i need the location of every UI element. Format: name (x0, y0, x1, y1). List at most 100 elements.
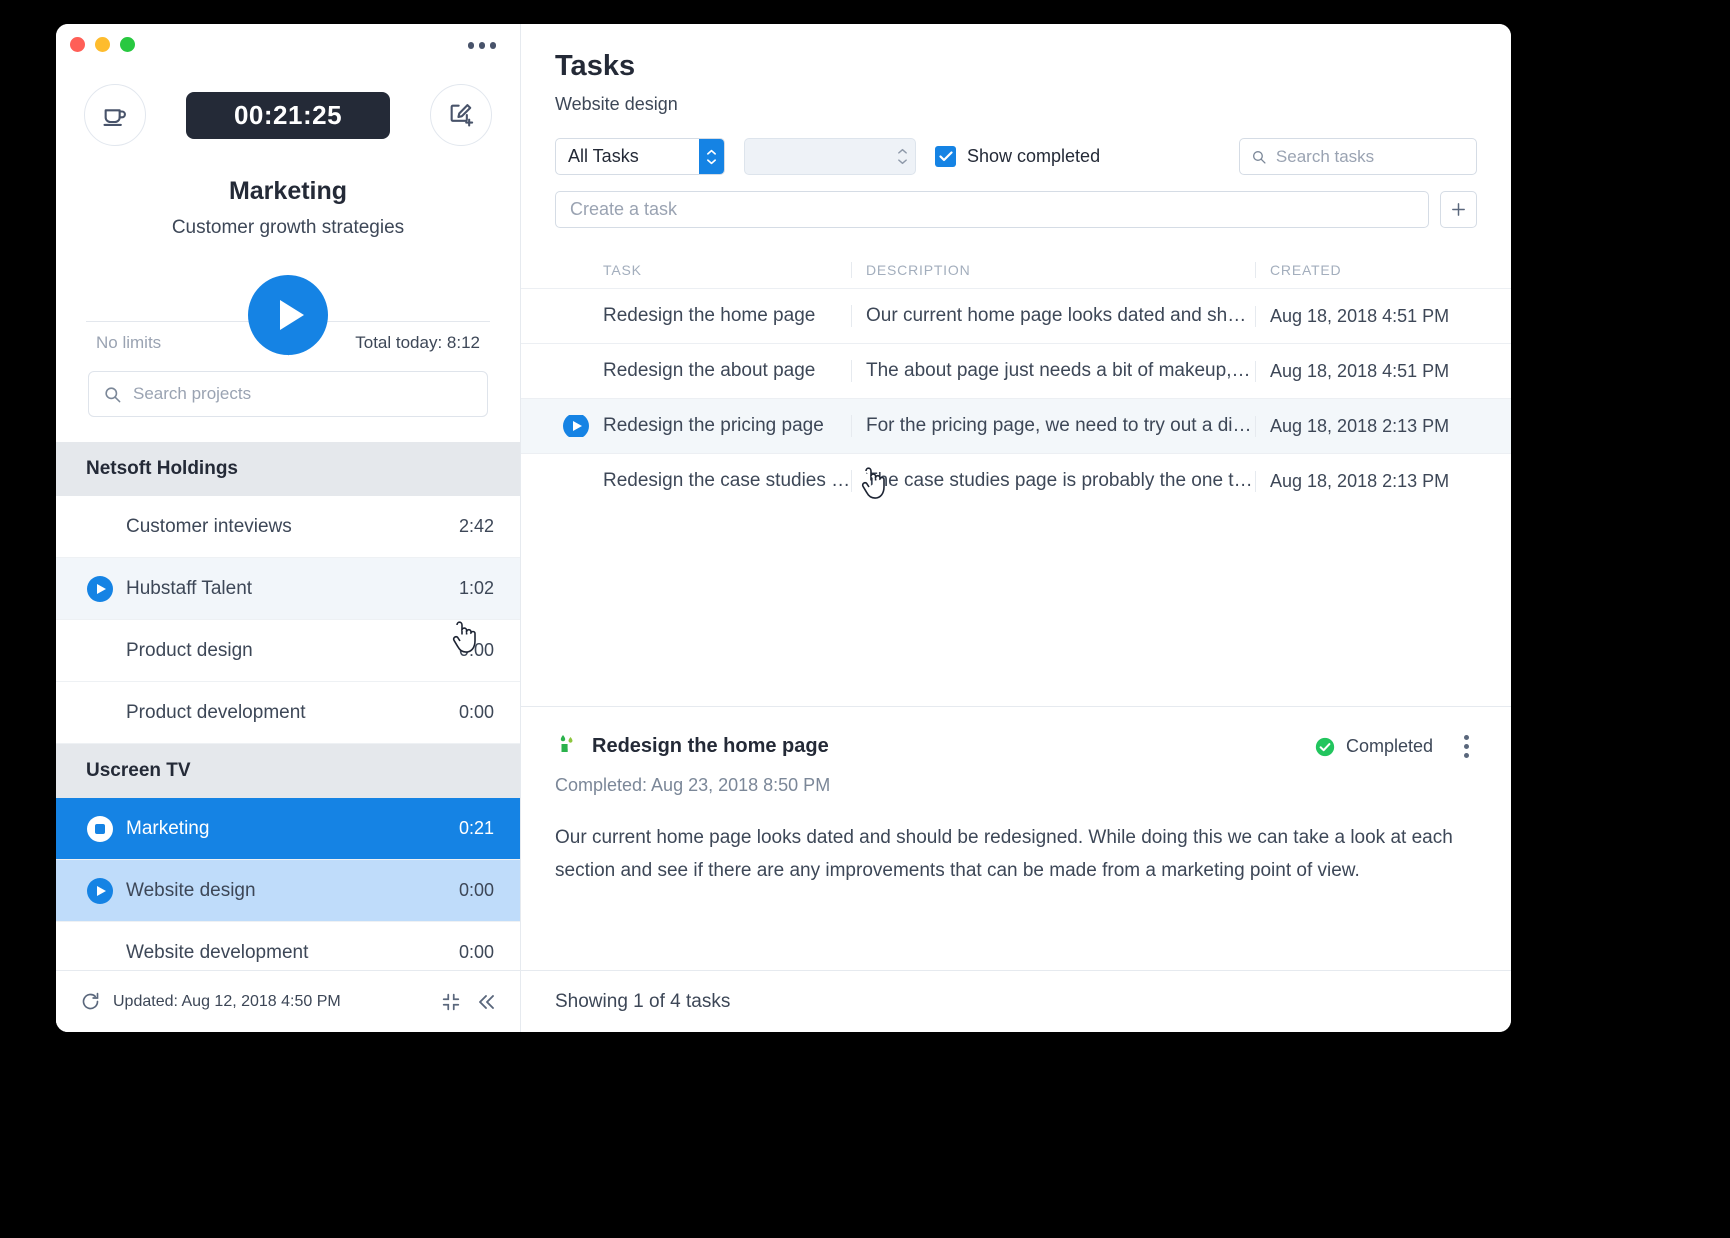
search-projects-input[interactable] (133, 384, 473, 404)
task-detail-body: Our current home page looks dated and sh… (555, 827, 1453, 882)
project-time: 0:00 (458, 942, 494, 962)
add-task-button[interactable] (1440, 191, 1477, 228)
page-title: Tasks (555, 50, 636, 82)
refresh-icon[interactable] (80, 991, 101, 1012)
project-time: 0:00 (458, 880, 494, 900)
stop-project-icon[interactable] (86, 815, 114, 843)
task-name: Redesign the pricing page (555, 415, 851, 437)
column-header-description: DESCRIPTION (851, 262, 1255, 278)
project-row-website-design[interactable]: Website design 0:00 (56, 860, 520, 922)
project-name: Marketing (126, 817, 210, 839)
project-row-product-design[interactable]: Product design 0:00 (56, 620, 520, 682)
task-description: For the pricing page, we need to try out… (851, 415, 1255, 437)
column-header-task: TASK (603, 262, 642, 278)
play-icon (279, 300, 304, 330)
app-window: 00:21:25 Marketing Customer growth strat… (56, 24, 1511, 1032)
show-completed-checkbox[interactable]: Show completed (935, 146, 1100, 167)
project-row-marketing[interactable]: Marketing 0:21 (56, 798, 520, 860)
kebab-menu-icon[interactable] (1456, 731, 1477, 762)
status-badge: Completed (1314, 736, 1433, 758)
play-icon (87, 575, 113, 602)
task-filter-select[interactable]: All Tasks (555, 138, 725, 175)
create-task-input[interactable] (555, 191, 1429, 228)
project-time: 1:02 (458, 578, 494, 598)
task-created: Aug 18, 2018 2:13 PM (1255, 470, 1477, 492)
search-tasks-input[interactable] (1275, 146, 1465, 167)
task-filter-value: All Tasks (568, 146, 639, 166)
break-button[interactable] (84, 84, 146, 146)
table-row[interactable]: Redesign the home page Our current home … (521, 288, 1511, 343)
project-time: 0:00 (458, 640, 494, 660)
project-time: 2:42 (458, 516, 494, 536)
search-projects-field[interactable] (88, 371, 488, 417)
project-name: Product design (126, 639, 253, 661)
tasks-panel: Tasks Website design All Tasks Show comp… (521, 24, 1511, 1032)
zoom-window-button[interactable] (120, 37, 135, 52)
task-name: Redesign the case studies pa… (603, 470, 851, 491)
project-time: 0:00 (458, 702, 494, 722)
compact-view-icon[interactable] (440, 991, 462, 1013)
status-label: Completed (1345, 736, 1433, 756)
minimize-window-button[interactable] (95, 37, 110, 52)
checkbox-checked-icon (935, 146, 956, 167)
total-today-label: Total today: 8:12 (355, 333, 480, 352)
limits-label: No limits (96, 333, 162, 352)
task-detail-panel: Redesign the home page Completed Complet… (521, 706, 1511, 970)
sidebar-footer: Updated: Aug 12, 2018 4:50 PM (56, 970, 520, 1032)
tasks-table: TASK DESCRIPTION CREATED Redesign the ho… (521, 250, 1511, 706)
project-row-customer-inteviews[interactable]: Customer inteviews 2:42 (56, 496, 520, 558)
table-row[interactable]: Redesign the case studies pa… The case s… (521, 453, 1511, 508)
task-created: Aug 18, 2018 4:51 PM (1255, 305, 1477, 327)
project-row-website-development[interactable]: Website development 0:00 (56, 922, 520, 970)
project-name: Website development (126, 941, 309, 963)
showing-count-label: Showing 1 of 4 tasks (555, 990, 731, 1012)
task-detail-title: Redesign the home page (592, 735, 829, 757)
create-task-row (555, 191, 1477, 228)
project-group-header: Netsoft Holdings (56, 442, 520, 496)
page-subtitle: Website design (555, 94, 678, 114)
project-time: 0:21 (458, 818, 494, 838)
table-row[interactable]: Redesign the pricing page For the pricin… (521, 398, 1511, 453)
column-header-created: CREATED (1255, 262, 1477, 278)
task-description: Our current home page looks dated and sh… (851, 305, 1255, 327)
start-project-icon[interactable] (86, 877, 114, 905)
last-updated-label: Updated: Aug 12, 2018 4:50 PM (113, 992, 341, 1010)
task-description: The about page just needs a bit of makeu… (851, 360, 1255, 382)
project-name: Website design (126, 879, 256, 901)
window-traffic-lights (70, 37, 135, 52)
play-icon (87, 877, 113, 904)
chevron-stepper-icon[interactable] (699, 139, 724, 174)
table-row[interactable]: Redesign the about page The about page j… (521, 343, 1511, 398)
start-task-timer-icon[interactable] (563, 415, 589, 437)
collapse-sidebar-icon[interactable] (474, 990, 498, 1014)
start-timer-button[interactable] (248, 275, 328, 355)
task-name: Redesign the home page (603, 305, 816, 326)
tracker-controls: No limits Total today: 8:12 (56, 257, 520, 363)
task-created: Aug 18, 2018 4:51 PM (1255, 360, 1477, 382)
tasks-footer: Showing 1 of 4 tasks (521, 970, 1511, 1032)
more-options-icon[interactable] (466, 36, 499, 55)
project-row-hubstaff-talent[interactable]: Hubstaff Talent 1:02 (56, 558, 520, 620)
search-tasks-field[interactable] (1239, 138, 1477, 175)
task-detail-header: Redesign the home page Completed (555, 731, 1477, 762)
chevron-stepper-icon[interactable] (890, 148, 915, 165)
table-header-row: TASK DESCRIPTION CREATED (521, 250, 1511, 288)
table-body: Redesign the home page Our current home … (521, 288, 1511, 706)
project-row-product-development[interactable]: Product development 0:00 (56, 682, 520, 744)
timer-row: 00:21:25 (56, 84, 520, 146)
project-list: Netsoft Holdings Customer inteviews 2:42… (56, 442, 520, 970)
project-name: Product development (126, 701, 306, 723)
timer-display: 00:21:25 (186, 91, 390, 139)
new-entry-button[interactable] (430, 84, 492, 146)
search-icon (1252, 150, 1266, 164)
start-project-icon[interactable] (86, 575, 114, 603)
plus-icon (1452, 203, 1465, 216)
project-name: Hubstaff Talent (126, 577, 253, 599)
tracker-sidebar: 00:21:25 Marketing Customer growth strat… (56, 24, 521, 1032)
tasks-header: Tasks Website design All Tasks Show comp… (521, 24, 1511, 228)
close-window-button[interactable] (70, 37, 85, 52)
secondary-filter-select[interactable] (744, 138, 916, 175)
coffee-cup-icon (103, 109, 126, 126)
project-name: Customer inteviews (126, 515, 292, 537)
task-name: Redesign the about page (603, 360, 816, 381)
